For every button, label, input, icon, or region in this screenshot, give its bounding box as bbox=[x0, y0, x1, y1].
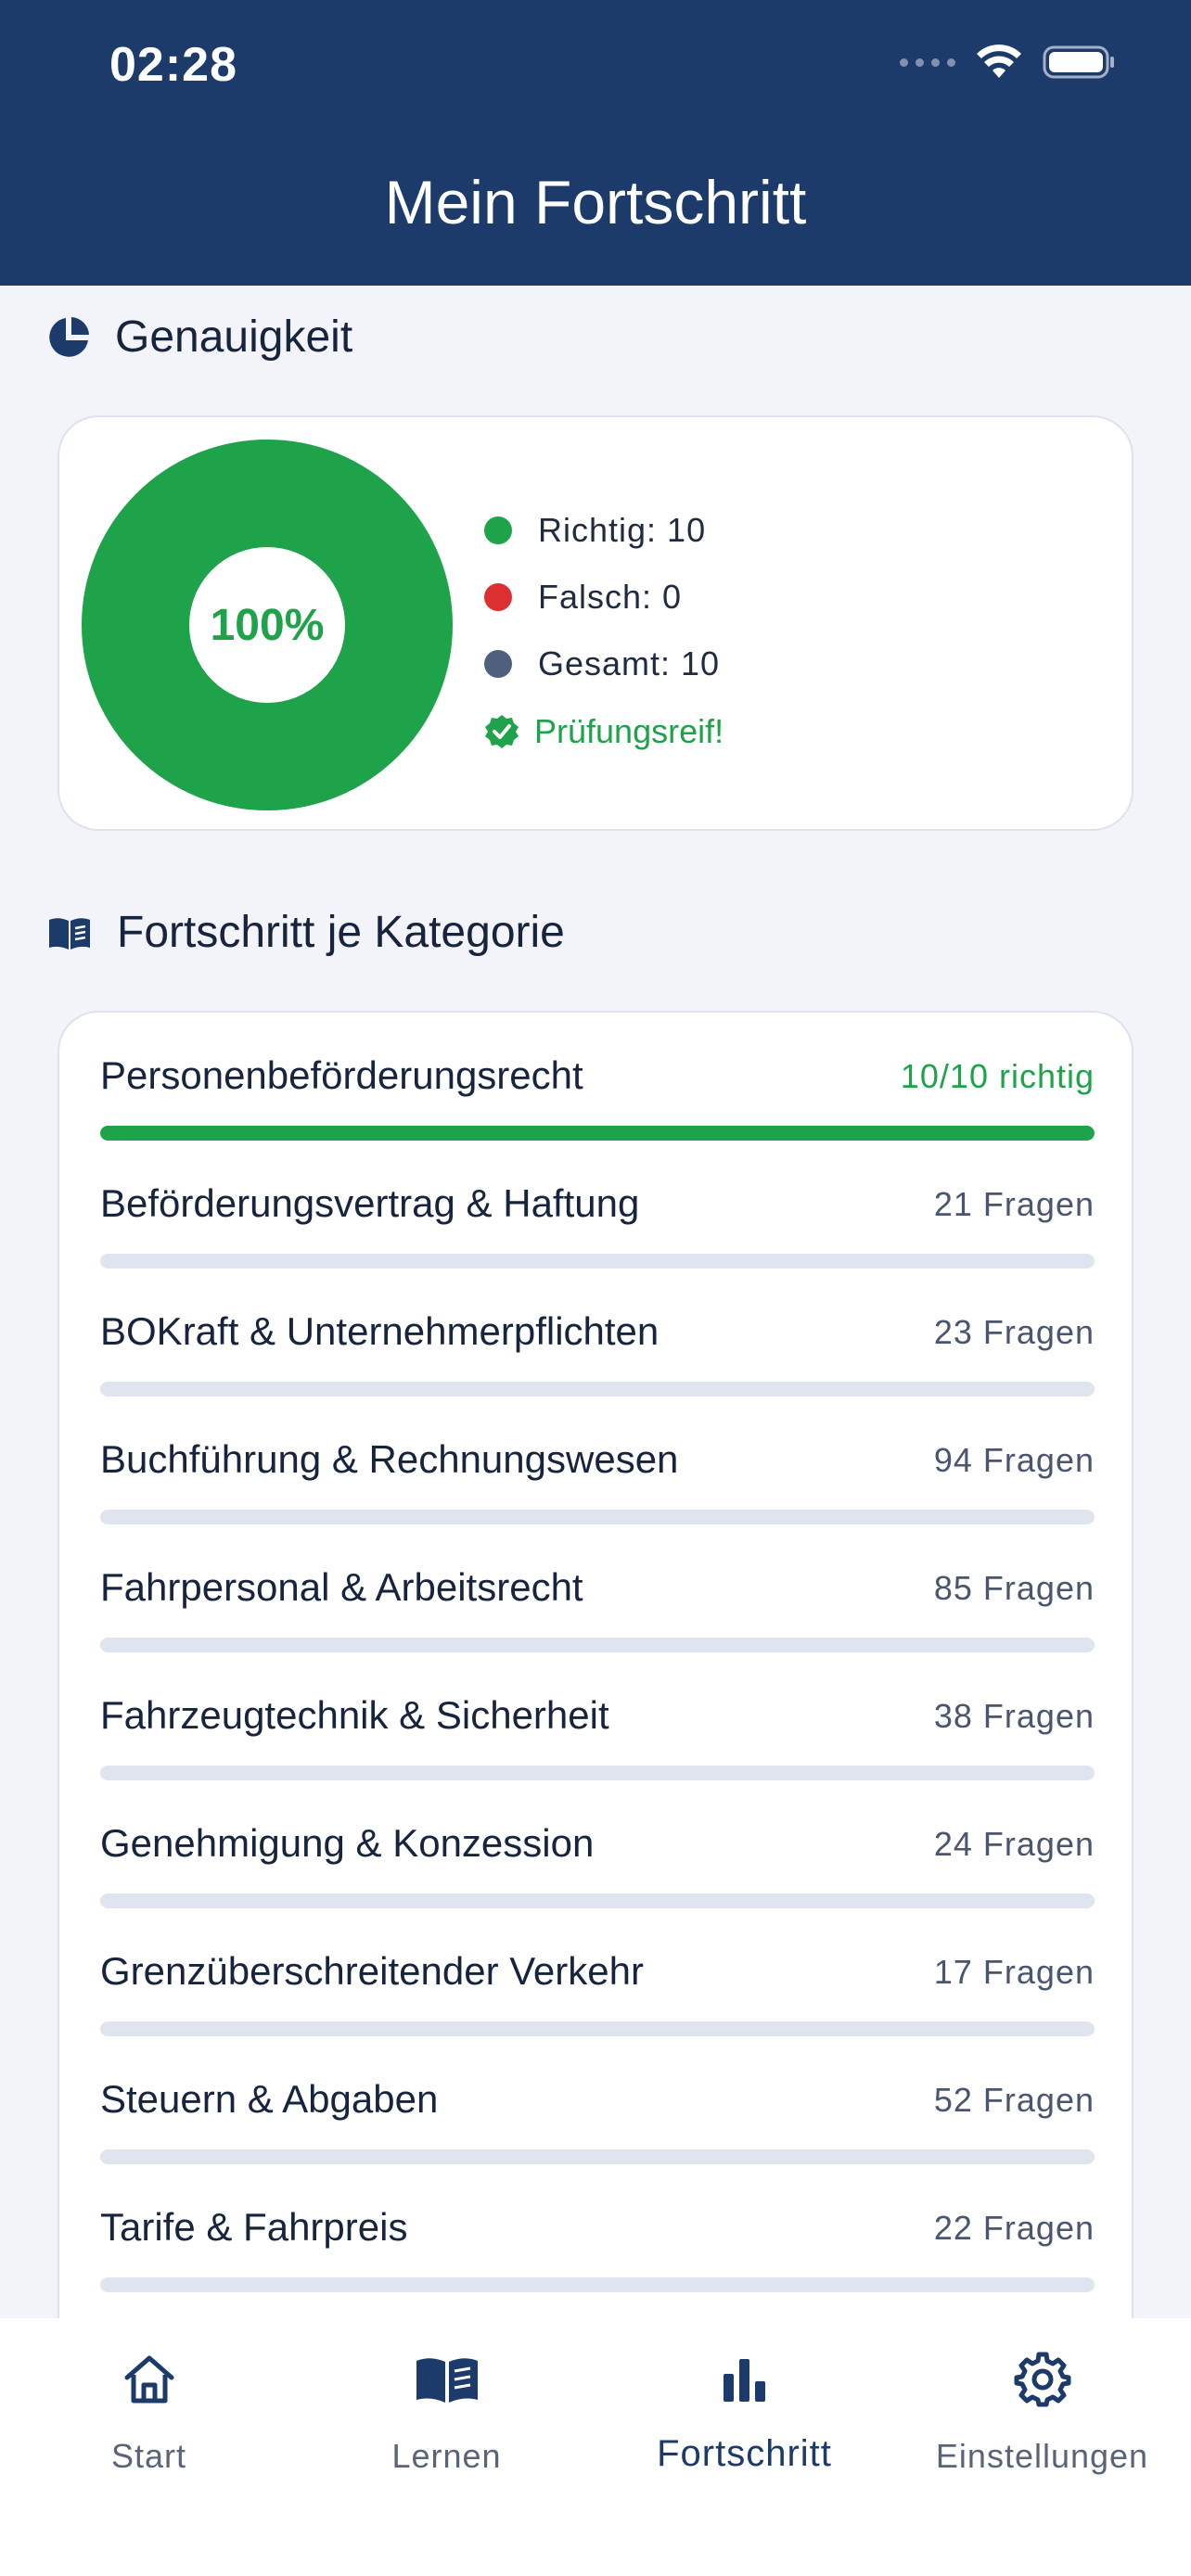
category-count: 23 Fragen bbox=[933, 1313, 1095, 1351]
category-progress-bar bbox=[100, 1894, 1095, 1908]
category-row[interactable]: BOKraft & Unternehmerpflichten 23 Fragen bbox=[100, 1269, 1095, 1396]
categories-section-title: Fortschritt je Kategorie bbox=[46, 907, 565, 958]
pie-chart-icon bbox=[49, 316, 89, 357]
legend-total-label: Gesamt: 10 bbox=[538, 644, 721, 682]
book-icon bbox=[416, 2358, 478, 2403]
category-row[interactable]: Fahrpersonal & Arbeitsrecht 85 Fragen bbox=[100, 1524, 1095, 1652]
category-progress-bar bbox=[100, 1382, 1095, 1396]
exam-ready-label: Prüfungsreif! bbox=[534, 712, 724, 750]
category-progress-bar bbox=[100, 1766, 1095, 1780]
category-name: Tarife & Fahrpreis bbox=[100, 2205, 408, 2249]
category-row[interactable]: Grenzüberschreitender Verkehr 17 Fragen bbox=[100, 1908, 1095, 2036]
category-row[interactable]: Tarife & Fahrpreis 22 Fragen bbox=[100, 2164, 1095, 2292]
status-time: 02:28 bbox=[109, 38, 237, 92]
tab-lernen-label: Lernen bbox=[391, 2437, 502, 2475]
category-row[interactable]: Beförderungsvertrag & Haftung 21 Fragen bbox=[100, 1141, 1095, 1269]
category-progress-bar bbox=[100, 1638, 1095, 1652]
tab-einstellungen-label: Einstellungen bbox=[935, 2437, 1149, 2475]
bar-chart-icon bbox=[723, 2359, 765, 2402]
legend-wrong-label: Falsch: 0 bbox=[538, 578, 683, 616]
category-progress-bar bbox=[100, 2021, 1095, 2036]
battery-icon bbox=[1043, 45, 1114, 79]
tab-start-label: Start bbox=[110, 2437, 187, 2475]
verified-check-icon bbox=[485, 715, 519, 748]
category-row[interactable]: Fahrzeugtechnik & Sicherheit 38 Fragen bbox=[100, 1652, 1095, 1780]
category-name: Grenzüberschreitender Verkehr bbox=[100, 1949, 644, 1993]
category-count: 94 Fragen bbox=[933, 1441, 1095, 1479]
category-count: 24 Fragen bbox=[933, 1825, 1095, 1863]
category-progress-bar bbox=[100, 1510, 1095, 1524]
category-row[interactable]: Personenbeförderungsrecht 10/10 richtig bbox=[100, 1013, 1095, 1141]
tab-einstellungen[interactable]: Einstellungen bbox=[893, 2340, 1191, 2476]
categories-heading: Fortschritt je Kategorie bbox=[117, 908, 565, 957]
category-name: Personenbeförderungsrecht bbox=[100, 1053, 583, 1097]
accuracy-legend: Richtig: 10 Falsch: 0 Gesamt: 10 Prüfung… bbox=[484, 497, 724, 751]
category-name: Genehmigung & Konzession bbox=[100, 1821, 595, 1865]
category-name: Beförderungsvertrag & Haftung bbox=[100, 1181, 640, 1225]
cellular-signal-icon bbox=[900, 57, 955, 67]
category-count: 38 Fragen bbox=[933, 1697, 1095, 1735]
exam-ready-badge: Prüfungsreif! bbox=[484, 712, 724, 751]
category-progress-fill bbox=[100, 1126, 1095, 1141]
category-name: Fahrpersonal & Arbeitsrecht bbox=[100, 1565, 583, 1609]
page-title: Mein Fortschritt bbox=[384, 168, 807, 236]
categories-card: Personenbeförderungsrecht 10/10 richtig Be… bbox=[58, 1011, 1133, 2355]
bottom-tab-bar: Start Lernen Fortschritt Einstellungen bbox=[0, 2318, 1191, 2576]
legend-correct-label: Richtig: 10 bbox=[538, 511, 707, 549]
legend-total: Gesamt: 10 bbox=[484, 631, 724, 697]
category-name: BOKraft & Unternehmerpflichten bbox=[100, 1309, 660, 1353]
wifi-icon bbox=[977, 45, 1021, 78]
category-row[interactable]: Genehmigung & Konzession 24 Fragen bbox=[100, 1780, 1095, 1908]
category-count: 21 Fragen bbox=[933, 1185, 1095, 1223]
tab-fortschritt[interactable]: Fortschritt bbox=[596, 2340, 893, 2475]
accuracy-percent: 100% bbox=[210, 600, 325, 650]
home-icon bbox=[124, 2355, 173, 2404]
open-book-icon bbox=[49, 917, 90, 950]
category-name: Steuern & Abgaben bbox=[100, 2077, 439, 2121]
legend-correct: Richtig: 10 bbox=[484, 497, 724, 564]
tab-lernen[interactable]: Lernen bbox=[298, 2340, 596, 2476]
category-count: 85 Fragen bbox=[933, 1569, 1095, 1607]
category-count: 52 Fragen bbox=[933, 2081, 1095, 2119]
category-name: Buchführung & Rechnungswesen bbox=[100, 1437, 679, 1481]
status-icons bbox=[900, 45, 1117, 80]
category-progress-bar bbox=[100, 1254, 1095, 1269]
category-count: 17 Fragen bbox=[933, 1953, 1095, 1991]
category-row[interactable]: Steuern & Abgaben 52 Fragen bbox=[100, 2036, 1095, 2164]
legend-dot-total bbox=[484, 650, 512, 678]
gear-icon bbox=[1014, 2352, 1070, 2407]
category-progress-bar bbox=[100, 2277, 1095, 2292]
accuracy-card: 100% Richtig: 10 Falsch: 0 Gesamt: 10 Pr… bbox=[58, 415, 1133, 831]
category-name: Fahrzeugtechnik & Sicherheit bbox=[100, 1693, 609, 1737]
legend-wrong: Falsch: 0 bbox=[484, 564, 724, 631]
tab-start[interactable]: Start bbox=[0, 2340, 298, 2476]
accuracy-heading: Genauigkeit bbox=[115, 312, 353, 362]
category-progress-bar bbox=[100, 2149, 1095, 2164]
app-header: 02:28 Mein Fortschritt bbox=[0, 0, 1191, 286]
accuracy-section-title: Genauigkeit bbox=[46, 312, 352, 363]
category-progress-bar bbox=[100, 1126, 1095, 1141]
category-count: 10/10 richtig bbox=[900, 1057, 1095, 1095]
legend-dot-wrong bbox=[484, 583, 512, 611]
category-row[interactable]: Buchführung & Rechnungswesen 94 Fragen bbox=[100, 1396, 1095, 1524]
legend-dot-correct bbox=[484, 516, 512, 544]
tab-fortschritt-label: Fortschritt bbox=[657, 2433, 832, 2474]
category-count: 22 Fragen bbox=[933, 2209, 1095, 2247]
